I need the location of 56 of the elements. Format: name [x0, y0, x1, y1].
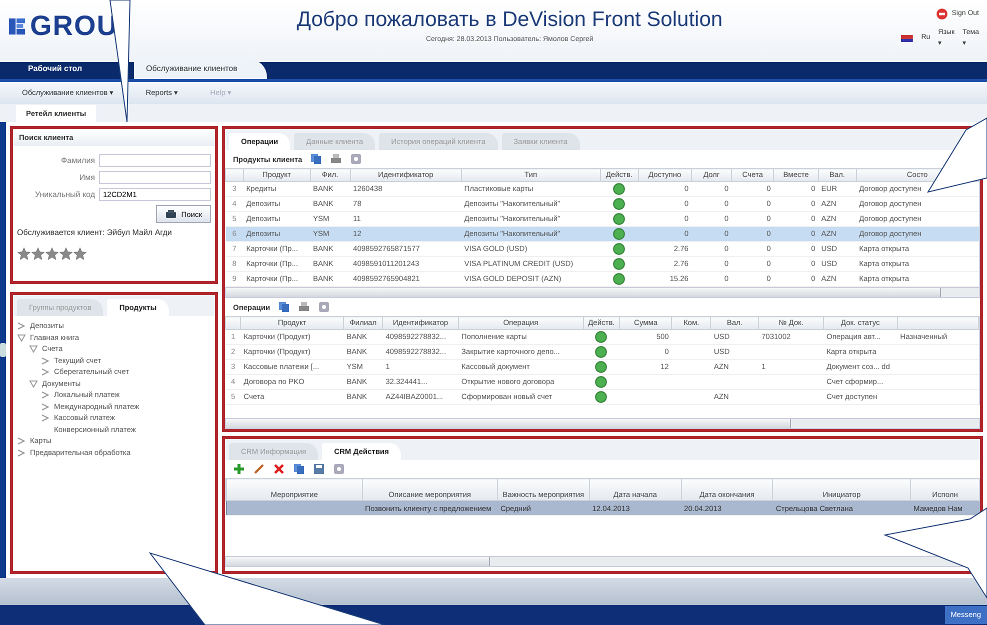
collapse-icon[interactable] — [29, 380, 38, 388]
status-icon — [613, 182, 626, 194]
field-label: Имя — [78, 172, 95, 184]
input-field[interactable] — [99, 154, 211, 168]
status-icon — [595, 360, 608, 372]
client-info: Обслуживается клиент: Эйбул Майл Агди — [16, 227, 173, 240]
field-label: Уникальный код — [34, 188, 95, 201]
power-icon — [936, 8, 948, 20]
star-icon — [31, 247, 45, 262]
horizontal-scrollbar[interactable] — [225, 287, 980, 298]
collapse-icon[interactable] — [29, 345, 38, 353]
star-icon — [59, 247, 73, 262]
expand-icon[interactable] — [41, 356, 50, 364]
expand-icon[interactable] — [17, 322, 26, 330]
status-icon — [595, 346, 608, 358]
expand-icon[interactable] — [41, 414, 50, 422]
copy-icon[interactable] — [293, 463, 305, 476]
expand-icon[interactable] — [17, 448, 26, 456]
status-icon — [613, 242, 626, 254]
star-icon — [45, 247, 59, 262]
settings-icon[interactable] — [318, 301, 330, 314]
print-icon[interactable] — [298, 301, 310, 314]
status-icon — [613, 272, 626, 284]
status-icon — [595, 330, 608, 342]
settings-icon[interactable] — [333, 463, 345, 476]
status-icon — [613, 258, 626, 270]
status-icon — [595, 376, 608, 388]
add-icon[interactable] — [233, 463, 245, 476]
expand-icon[interactable] — [41, 402, 50, 410]
input-field[interactable] — [99, 171, 211, 184]
logo-text: GROU — [30, 9, 118, 43]
horizontal-scrollbar[interactable] — [225, 418, 980, 429]
pencil-icon[interactable] — [253, 463, 265, 476]
settings-icon[interactable] — [350, 153, 362, 166]
expand-icon[interactable] — [41, 391, 50, 399]
collapse-icon[interactable] — [17, 334, 26, 342]
splitter-handle[interactable] — [0, 343, 6, 357]
status-icon — [613, 212, 626, 224]
main-tab[interactable]: Обслуживание клиентов — [134, 59, 268, 79]
delete-icon[interactable] — [273, 463, 285, 476]
save-icon[interactable] — [313, 463, 325, 476]
status-icon — [595, 390, 608, 402]
field-label: Фамилия — [60, 154, 95, 167]
star-icon — [17, 247, 31, 262]
flag-icon — [901, 34, 914, 42]
expand-icon[interactable] — [17, 437, 26, 445]
page-title: Добро пожаловать в DeVision Front Solution — [296, 8, 723, 32]
status-icon — [613, 228, 626, 240]
expand-icon[interactable] — [41, 368, 50, 376]
print-icon[interactable] — [330, 153, 342, 166]
star-icon — [73, 247, 87, 262]
vertical-scrollbar[interactable] — [979, 316, 980, 404]
main-tab[interactable]: Рабочий стол — [16, 59, 94, 79]
copy-icon[interactable] — [310, 153, 322, 166]
status-icon — [613, 198, 626, 210]
copy-icon[interactable] — [278, 301, 290, 314]
